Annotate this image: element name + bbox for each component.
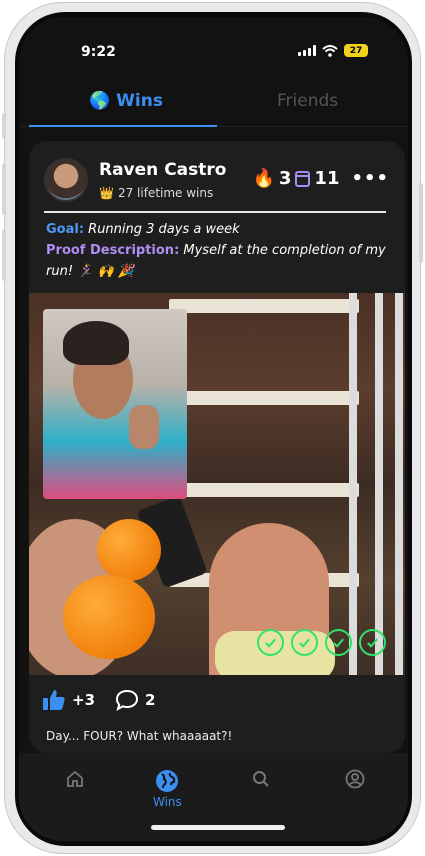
selfie-inset[interactable]	[43, 309, 187, 499]
tab-wins-label: Wins	[116, 91, 163, 111]
tab-friends[interactable]: Friends	[277, 91, 338, 111]
orange	[63, 575, 155, 659]
profile-icon	[345, 769, 365, 789]
check-icon	[291, 629, 318, 656]
post-caption: Day... FOUR? What whaaaaat?!	[46, 729, 233, 743]
tab-friends-label: Friends	[277, 91, 339, 111]
check-icon	[359, 629, 386, 656]
home-icon	[67, 770, 83, 787]
nav-home[interactable]	[65, 769, 85, 789]
more-options-icon[interactable]: •••	[351, 168, 389, 189]
nav-search[interactable]	[251, 769, 271, 789]
search-icon	[253, 771, 269, 787]
reactions-bar: +3 2	[42, 689, 155, 711]
home-indicator[interactable]	[151, 825, 285, 830]
card-divider	[44, 211, 386, 213]
volume-down-button	[2, 229, 6, 281]
check-icon	[325, 629, 352, 656]
status-icons: 27	[298, 44, 368, 57]
nav-wins-label: Wins	[153, 795, 182, 809]
silent-switch	[2, 113, 6, 139]
win-post-card: Raven Castro 👑 27 lifetime wins 🔥 3 11 •…	[29, 141, 405, 753]
stair-edge	[169, 483, 359, 497]
railing	[349, 293, 357, 675]
tab-wins[interactable]: 🌎 Wins	[89, 91, 163, 111]
thumbs-up-icon[interactable]	[42, 689, 66, 711]
goal-block: Goal: Running 3 days a week Proof Descri…	[46, 219, 396, 282]
stair-edge	[169, 391, 359, 405]
nav-wins[interactable]: Wins	[153, 769, 182, 809]
crown-icon: 👑	[99, 186, 114, 200]
goal-text: Running 3 days a week	[84, 222, 240, 237]
calendar-icon	[295, 170, 311, 187]
comment-count: 2	[145, 691, 156, 709]
streak-count: 3	[278, 168, 292, 189]
globe-emoji-icon: 🌎	[89, 91, 111, 111]
lifetime-wins-text: 27 lifetime wins	[117, 186, 214, 200]
avatar[interactable]	[44, 158, 88, 202]
fire-icon: 🔥	[252, 168, 275, 189]
bottom-nav: Wins	[19, 753, 408, 841]
proof-label: Proof Description:	[46, 243, 180, 258]
feed-tabs: 🌎 Wins Friends	[19, 87, 408, 127]
signal-icon	[298, 45, 316, 56]
active-tab-indicator	[29, 125, 217, 127]
status-time: 9:22	[81, 44, 116, 60]
comment-icon[interactable]	[115, 689, 139, 711]
battery-icon: 27	[344, 44, 368, 57]
wifi-icon	[322, 44, 338, 57]
post-stats: 🔥 3 11 •••	[252, 168, 389, 189]
like-count: +3	[72, 691, 96, 709]
orange	[97, 519, 161, 581]
power-button	[419, 183, 423, 263]
nav-profile[interactable]	[345, 769, 365, 789]
thumbs-up-hand	[129, 405, 159, 449]
lifetime-wins: 👑 27 lifetime wins	[99, 186, 213, 200]
phone-frame: 9:22 27 🌎 Wins Friends Raven Castro 👑 27…	[2, 2, 423, 854]
check-progress	[257, 629, 386, 656]
stair-edge	[169, 299, 359, 313]
goal-label: Goal:	[46, 222, 85, 237]
selfie-hair	[63, 321, 129, 365]
check-icon	[257, 629, 284, 656]
globe-icon	[156, 770, 179, 792]
railing	[395, 293, 403, 675]
proof-photo[interactable]	[29, 293, 405, 675]
railing	[375, 293, 383, 675]
screen: 9:22 27 🌎 Wins Friends Raven Castro 👑 27…	[19, 17, 408, 841]
user-name[interactable]: Raven Castro	[99, 160, 226, 180]
calendar-count: 11	[314, 168, 340, 189]
volume-up-button	[2, 163, 6, 215]
